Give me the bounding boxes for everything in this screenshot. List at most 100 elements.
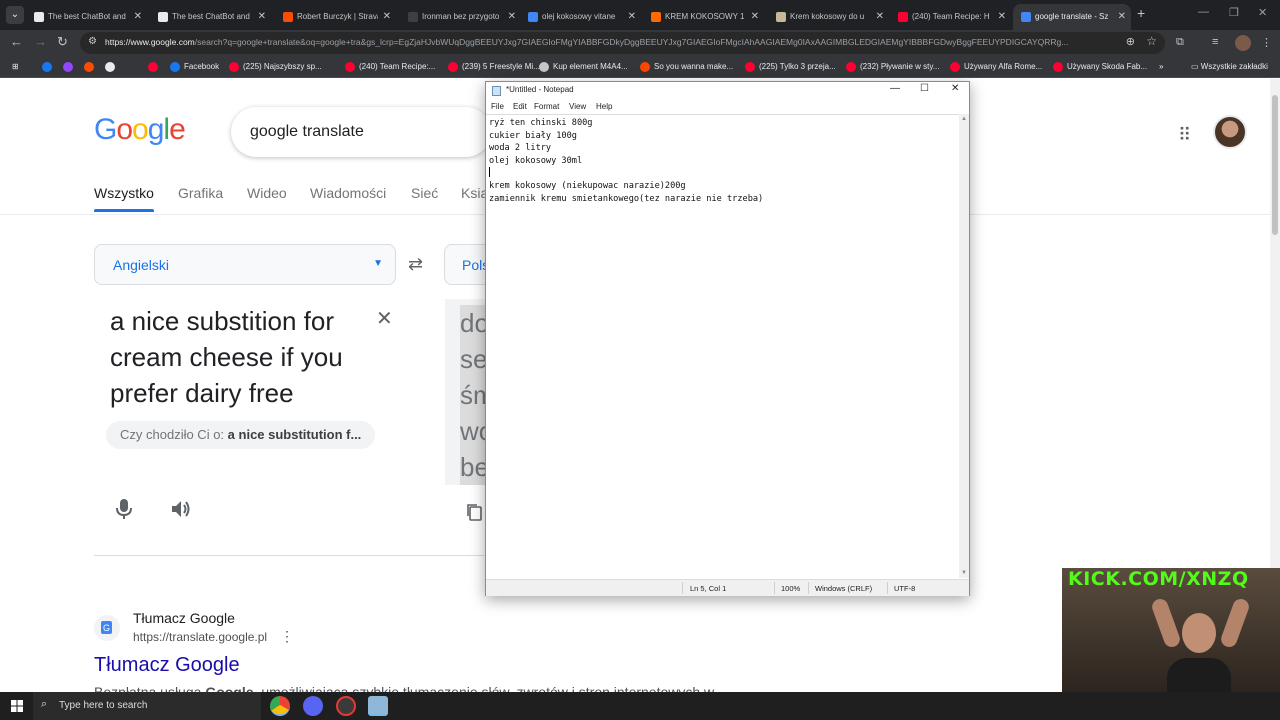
speaker-icon[interactable] bbox=[170, 499, 192, 519]
forward-icon[interactable]: → bbox=[34, 34, 47, 49]
result-more-icon[interactable]: ⋮ bbox=[280, 628, 294, 645]
result-url[interactable]: https://translate.google.pl bbox=[133, 630, 267, 644]
tab-close-icon[interactable]: ✕ bbox=[628, 4, 636, 30]
menu-format[interactable]: Format bbox=[534, 102, 559, 111]
profile-avatar-small[interactable] bbox=[1235, 35, 1251, 51]
tab-favicon-icon bbox=[408, 12, 418, 22]
notepad-taskbar-icon[interactable] bbox=[368, 696, 388, 716]
bookmark-item[interactable] bbox=[148, 60, 162, 74]
notepad-titlebar[interactable]: *Untitled - Notepad — ☐ ✕ bbox=[486, 82, 969, 100]
bookmark-label: (225) Tylko 3 przeja... bbox=[759, 62, 836, 71]
tab-close-icon[interactable]: ✕ bbox=[876, 4, 884, 30]
menu-file[interactable]: File bbox=[491, 102, 504, 111]
bookmark-item[interactable] bbox=[63, 60, 77, 74]
bookmark-item[interactable] bbox=[105, 60, 119, 74]
tab-close-icon[interactable]: ✕ bbox=[998, 4, 1006, 30]
menu-view[interactable]: View bbox=[569, 102, 586, 111]
minimize-icon[interactable]: — bbox=[1198, 6, 1209, 18]
result-site-name[interactable]: Tłumacz Google bbox=[133, 610, 235, 626]
clear-text-icon[interactable]: ✕ bbox=[376, 306, 393, 331]
chrome-taskbar-icon[interactable] bbox=[270, 696, 290, 716]
notepad-maximize-icon[interactable]: ☐ bbox=[920, 83, 929, 94]
scroll-down-icon[interactable]: ▼ bbox=[961, 570, 967, 576]
translate-favicon-icon: G bbox=[94, 615, 120, 641]
google-logo[interactable]: Google bbox=[94, 113, 186, 147]
back-icon[interactable]: ← bbox=[10, 34, 23, 49]
browser-tab[interactable]: olej kokosowy vitane ✕ bbox=[520, 4, 641, 30]
tab-search-button[interactable]: ⌄ bbox=[6, 6, 24, 24]
browser-tab[interactable]: The best ChatBot and ✕ bbox=[150, 4, 271, 30]
browser-tab[interactable]: The best ChatBot and ✕ bbox=[26, 4, 147, 30]
microphone-icon[interactable] bbox=[116, 499, 132, 519]
tab-close-icon[interactable]: ✕ bbox=[383, 4, 391, 30]
bookmark-item[interactable]: (240) Team Recipe:... bbox=[345, 60, 435, 74]
search-tab[interactable]: Sieć bbox=[411, 185, 438, 201]
notepad-close-icon[interactable]: ✕ bbox=[951, 83, 959, 94]
apps-grid-icon[interactable]: ⊞ bbox=[12, 60, 19, 74]
bookmark-item[interactable]: Używany Skoda Fab... bbox=[1053, 60, 1147, 74]
tab-close-icon[interactable]: ✕ bbox=[258, 4, 266, 30]
tab-close-icon[interactable]: ✕ bbox=[508, 4, 516, 30]
search-tab[interactable]: Wszystko bbox=[94, 185, 154, 201]
bookmark-item[interactable]: (239) 5 Freestyle Mi... bbox=[448, 60, 540, 74]
notepad-text-area[interactable]: ryż ten chinski 800g cukier biały 100g w… bbox=[486, 114, 969, 578]
notepad-minimize-icon[interactable]: — bbox=[890, 83, 900, 94]
extensions-icon[interactable]: ⧉ bbox=[1176, 36, 1184, 49]
windows-start-icon[interactable] bbox=[11, 700, 23, 712]
source-text-area[interactable]: a nice substition for cream cheese if yo… bbox=[110, 303, 380, 411]
bookmark-item[interactable]: Kup element M4A4... bbox=[539, 60, 628, 74]
address-url[interactable]: https://www.google.com/search?q=google+t… bbox=[105, 37, 1115, 47]
bookmark-item[interactable]: Facebook bbox=[170, 60, 219, 74]
reload-icon[interactable]: ↻ bbox=[57, 34, 68, 50]
search-tab[interactable]: Wiadomości bbox=[310, 185, 386, 201]
bookmark-item[interactable] bbox=[84, 60, 98, 74]
scroll-up-icon[interactable]: ▲ bbox=[961, 116, 967, 122]
source-language-select[interactable]: Angielski ▼ bbox=[94, 244, 396, 285]
bookmark-star-icon[interactable]: ☆ bbox=[1146, 34, 1157, 48]
search-tab[interactable]: Grafika bbox=[178, 185, 223, 201]
bookmark-item[interactable]: (225) Najszybszy sp... bbox=[229, 60, 322, 74]
media-icon[interactable]: ≡ bbox=[1212, 36, 1218, 48]
search-box[interactable]: google translate bbox=[231, 107, 491, 157]
did-you-mean-suggestion[interactable]: a nice substitution f... bbox=[228, 427, 362, 442]
search-input[interactable]: google translate bbox=[250, 123, 364, 141]
browser-tab[interactable]: KREM KOKOSOWY 1 ✕ bbox=[643, 4, 764, 30]
tab-close-icon[interactable]: ✕ bbox=[751, 4, 759, 30]
site-info-icon[interactable]: ⚙ bbox=[88, 36, 97, 47]
tab-close-icon[interactable]: ✕ bbox=[1118, 4, 1126, 30]
search-tab[interactable]: Wideo bbox=[247, 185, 287, 201]
all-bookmarks-folder[interactable]: ▭ Wszystkie zakładki bbox=[1191, 60, 1268, 74]
result-title-link[interactable]: Tłumacz Google bbox=[94, 654, 240, 677]
swap-languages-icon[interactable]: ⇄ bbox=[408, 254, 423, 275]
menu-edit[interactable]: Edit bbox=[513, 102, 527, 111]
browser-tab[interactable]: google translate - Sz ✕ bbox=[1013, 4, 1131, 30]
discord-taskbar-icon[interactable] bbox=[303, 696, 323, 716]
browser-tab[interactable]: Robert Burczyk | Strava ✕ bbox=[275, 4, 396, 30]
copy-icon[interactable] bbox=[465, 503, 483, 521]
menu-help[interactable]: Help bbox=[596, 102, 612, 111]
tab-close-icon[interactable]: ✕ bbox=[134, 4, 142, 30]
zoom-icon[interactable]: ⊕ bbox=[1126, 35, 1135, 48]
close-window-icon[interactable]: ✕ bbox=[1258, 6, 1267, 19]
profile-avatar[interactable] bbox=[1213, 115, 1247, 149]
new-tab-button[interactable]: + bbox=[1137, 5, 1145, 21]
browser-tab[interactable]: (240) Team Recipe: H ✕ bbox=[890, 4, 1011, 30]
scrollbar-thumb[interactable] bbox=[1272, 95, 1278, 235]
maximize-icon[interactable]: ❐ bbox=[1229, 6, 1239, 19]
browser-tab[interactable]: Ironman bez przygoto ✕ bbox=[400, 4, 521, 30]
did-you-mean-chip[interactable]: Czy chodziło Ci o: a nice substitution f… bbox=[106, 421, 376, 449]
bookmark-item[interactable]: (225) Tylko 3 przeja... bbox=[745, 60, 836, 74]
address-bar[interactable]: ⚙ https://www.google.com/search?q=google… bbox=[80, 32, 1165, 54]
bookmark-item[interactable]: So you wanna make... bbox=[640, 60, 733, 74]
taskbar-search[interactable]: ⌕ Type here to search bbox=[33, 692, 261, 720]
bookmark-item[interactable] bbox=[42, 60, 56, 74]
bookmark-item[interactable]: Używany Alfa Rome... bbox=[950, 60, 1042, 74]
notepad-scrollbar[interactable]: ▲ ▼ bbox=[959, 114, 969, 578]
bookmarks-more-button[interactable]: » bbox=[1159, 60, 1163, 74]
text-line: zamiennik kremu smietankowego(tez narazi… bbox=[489, 194, 764, 204]
obs-taskbar-icon[interactable] bbox=[336, 696, 356, 716]
bookmark-item[interactable]: (232) Pływanie w sty... bbox=[846, 60, 939, 74]
browser-tab[interactable]: Krem kokosowy do u ✕ bbox=[768, 4, 889, 30]
google-apps-icon[interactable]: ⠿ bbox=[1178, 125, 1191, 146]
menu-icon[interactable]: ⋮ bbox=[1261, 36, 1272, 49]
